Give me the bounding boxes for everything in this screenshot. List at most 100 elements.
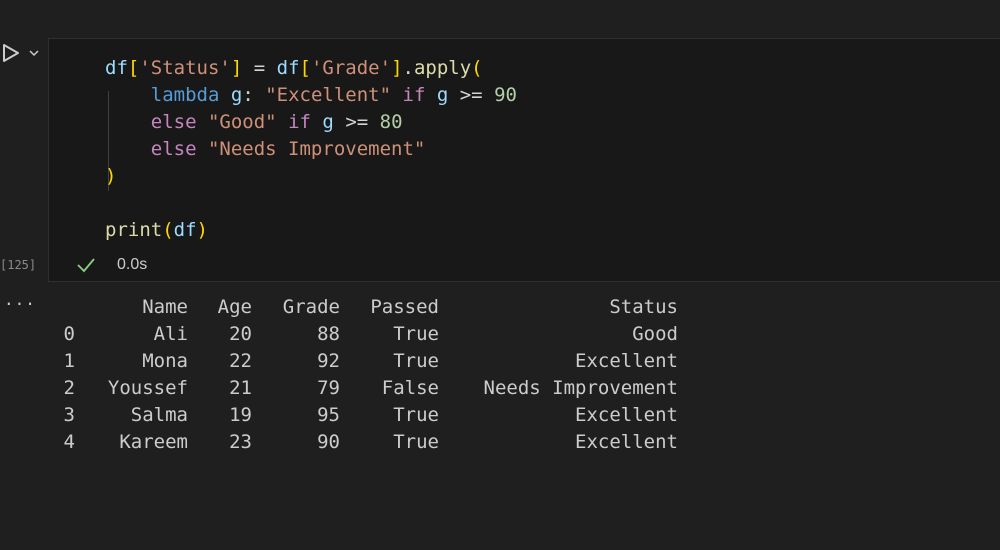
table-cell: 4 [63,431,75,453]
table-cell: 1 [63,350,75,372]
table-cell: 95 [317,404,340,426]
table-cell: 90 [317,431,340,453]
column-header: Status [609,296,678,318]
code-token: if [402,84,426,106]
table-cell: 0 [63,323,75,345]
code-token: ] [230,57,243,79]
table-header: Name Age Grade Passed Status [0,294,700,321]
code-token: print [105,219,163,241]
table-cell: Kareem [119,431,188,453]
table-cell: Mona [142,350,188,372]
table-cell: 22 [229,350,252,372]
table-cell: Salma [130,404,188,426]
table-row: 2 Youssef 21 79 False Needs Improvement [0,375,700,402]
table-cell: Excellent [575,350,678,372]
code-token: df [173,219,197,241]
code-cell[interactable]: df['Status'] = df['Grade'].apply( lambda… [48,38,1000,282]
code-token: lambda [150,84,220,106]
code-line: else "Needs Improvement" [105,136,517,163]
table-row: 3 Salma 19 95 True Excellent [0,402,700,429]
run-cell-button[interactable] [0,40,48,66]
table-cell: 3 [63,404,75,426]
code-token: "Good" [207,111,277,133]
code-editor[interactable]: df['Status'] = df['Grade'].apply( lambda… [105,55,517,244]
column-header: Name [142,296,188,318]
table-row: 4 Kareem 23 90 True Excellent [0,429,700,456]
code-token: [ [127,57,140,79]
code-token: g [436,84,449,106]
table-cell: 79 [317,377,340,399]
code-line: ) [105,163,517,190]
code-token: ( [162,219,174,241]
table-cell: True [393,404,439,426]
code-token: >= [448,84,495,106]
column-header: Grade [282,296,340,318]
code-token: else [150,111,197,133]
table-cell: Ali [153,323,188,345]
code-line: lambda g: "Excellent" if g >= 90 [105,82,517,109]
code-token: : [242,84,266,106]
column-header: Age [217,296,252,318]
code-token: ) [196,219,208,241]
code-token: ( [471,57,483,79]
code-token: "Needs Improvement" [207,138,426,160]
table-row: 1 Mona 22 92 True Excellent [0,348,700,375]
table-cell: 88 [317,323,340,345]
table-cell: 23 [229,431,252,453]
code-token: df [105,57,128,79]
table-cell: True [393,350,439,372]
execution-count: [125] [0,258,37,272]
table-cell: Excellent [575,431,678,453]
code-token: ) [105,165,117,187]
code-token: else [150,138,197,160]
code-line: print(df) [105,217,517,244]
notebook-page: df['Status'] = df['Grade'].apply( lambda… [0,0,1000,550]
table-cell: Needs Improvement [483,377,678,399]
code-token: 'Status' [139,57,231,79]
check-icon [76,256,96,274]
code-token: df [276,57,300,79]
code-token: >= [333,111,380,133]
code-token: 80 [379,111,403,133]
table-cell: 92 [317,350,340,372]
column-header: Passed [370,296,439,318]
table-cell: Excellent [575,404,678,426]
table-cell: 20 [229,323,252,345]
code-token: g [322,111,334,133]
code-token: ] [391,57,403,79]
table-cell: Youssef [107,377,188,399]
code-token: . [402,57,414,79]
table-cell: False [381,377,439,399]
code-token: g [230,84,243,106]
code-token: [ [299,57,311,79]
table-cell: True [393,323,439,345]
code-line: df['Status'] = df['Grade'].apply( [105,55,517,82]
table-cell: True [393,431,439,453]
code-token: if [288,111,311,133]
table-cell: 21 [229,377,252,399]
execution-time: 0.0s [117,256,148,273]
code-token: "Excellent" [265,84,392,106]
chevron-down-icon[interactable] [28,47,40,59]
code-token: apply [413,57,472,79]
code-token: = [242,57,277,79]
table-cell: Good [632,323,678,345]
table-row: 0 Ali 20 88 True Good [0,321,700,348]
play-icon[interactable] [0,42,22,64]
code-token: 'Grade' [310,57,392,79]
table-cell: 19 [229,404,252,426]
table-cell: 2 [63,377,75,399]
code-token: 90 [494,84,517,106]
code-line: else "Good" if g >= 80 [105,109,517,136]
